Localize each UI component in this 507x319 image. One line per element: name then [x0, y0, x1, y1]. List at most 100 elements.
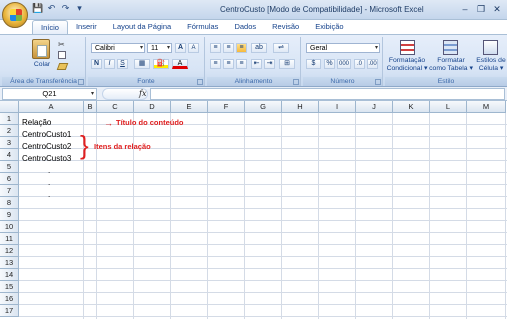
align-left-icon[interactable]: ≡ — [210, 59, 221, 69]
shrink-font-button[interactable]: A — [188, 43, 199, 53]
cell-A4[interactable]: CentroCusto3 — [19, 153, 71, 165]
font-name-select[interactable]: Calibri ▾ — [91, 43, 145, 53]
tab-revisao[interactable]: Revisão — [264, 20, 307, 34]
row-header-13[interactable]: 13 — [0, 257, 19, 269]
currency-icon[interactable]: $ — [306, 59, 321, 69]
format-painter-icon[interactable] — [56, 63, 69, 70]
copy-icon[interactable] — [58, 51, 66, 59]
font-color-icon[interactable]: A — [172, 59, 188, 69]
undo-icon[interactable]: ↶ — [46, 3, 57, 14]
column-header-l[interactable]: L — [430, 101, 467, 113]
row-header-11[interactable]: 11 — [0, 233, 19, 245]
redo-icon[interactable]: ↷ — [60, 3, 71, 14]
align-top-icon[interactable]: ≡ — [210, 43, 221, 53]
align-bottom-icon[interactable]: ≡ — [236, 43, 247, 53]
column-header-e[interactable]: E — [171, 101, 208, 113]
row-header-9[interactable]: 9 — [0, 209, 19, 221]
italic-button[interactable]: I — [104, 59, 115, 69]
tab-dados[interactable]: Dados — [226, 20, 264, 34]
increase-indent-icon[interactable]: ⇥ — [264, 59, 275, 69]
bold-button[interactable]: N — [91, 59, 102, 69]
name-box-dropdown-icon[interactable]: ▾ — [91, 90, 94, 97]
insert-function-button[interactable]: fx — [139, 89, 146, 98]
cell-A6[interactable]: . — [45, 177, 50, 189]
align-right-icon[interactable]: ≡ — [236, 59, 247, 69]
tab-formulas[interactable]: Fórmulas — [179, 20, 226, 34]
font-size-select[interactable]: 11 ▾ — [147, 43, 172, 53]
row-header-2[interactable]: 2 — [0, 125, 19, 137]
column-header-k[interactable]: K — [393, 101, 430, 113]
name-box[interactable]: Q21 — [2, 88, 97, 100]
grow-font-button[interactable]: A — [175, 43, 186, 53]
save-icon[interactable]: 💾 — [32, 3, 43, 14]
row-header-12[interactable]: 12 — [0, 245, 19, 257]
align-middle-icon[interactable]: ≡ — [223, 43, 234, 53]
align-center-icon[interactable]: ≡ — [223, 59, 234, 69]
increase-decimal-icon[interactable]: .0 — [354, 59, 365, 69]
column-header-m[interactable]: M — [467, 101, 506, 113]
conditional-formatting-icon[interactable] — [400, 40, 415, 55]
minimize-button[interactable]: – — [458, 2, 472, 15]
column-header-h[interactable]: H — [282, 101, 319, 113]
wrap-text-icon[interactable]: ⇌ — [273, 43, 289, 53]
decrease-decimal-icon[interactable]: .00 — [367, 59, 378, 69]
font-launcher-icon[interactable] — [197, 79, 203, 85]
row-header-5[interactable]: 5 — [0, 161, 19, 173]
merge-center-icon[interactable]: ⊞ — [279, 59, 295, 69]
paste-button[interactable]: Colar — [30, 61, 54, 69]
alignment-launcher-icon[interactable] — [293, 79, 299, 85]
column-header-c[interactable]: C — [97, 101, 134, 113]
cell-styles-icon[interactable] — [483, 40, 498, 55]
paste-icon[interactable] — [32, 39, 50, 59]
format-as-table-line1[interactable]: Formatar — [429, 57, 473, 65]
clipboard-launcher-icon[interactable] — [78, 79, 84, 85]
office-button[interactable] — [2, 2, 28, 28]
conditional-formatting-line1[interactable]: Formatação — [385, 57, 429, 65]
row-header-14[interactable]: 14 — [0, 269, 19, 281]
column-header-b[interactable]: B — [84, 101, 97, 113]
cut-icon[interactable]: ✂ — [58, 40, 66, 49]
cell-A5[interactable]: . — [45, 165, 50, 177]
row-header-10[interactable]: 10 — [0, 221, 19, 233]
underline-button[interactable]: S — [117, 59, 128, 69]
column-header-g[interactable]: G — [245, 101, 282, 113]
conditional-formatting-line2[interactable]: Condicional ▾ — [385, 65, 429, 73]
column-header-f[interactable]: F — [208, 101, 245, 113]
row-header-1[interactable]: 1 — [0, 113, 19, 125]
column-header-j[interactable]: J — [356, 101, 393, 113]
tab-inserir[interactable]: Inserir — [68, 20, 105, 34]
cell-A7[interactable]: . — [45, 189, 50, 201]
percent-button[interactable]: % — [324, 59, 335, 69]
format-as-table-line2[interactable]: como Tabela ▾ — [429, 65, 473, 73]
tab-inicio[interactable]: Início — [32, 20, 68, 34]
number-format-select[interactable]: Geral ▾ — [306, 43, 380, 53]
row-header-7[interactable]: 7 — [0, 185, 19, 197]
orientation-icon[interactable]: ab — [251, 43, 267, 53]
cell-styles-line2[interactable]: Célula ▾ — [475, 65, 507, 73]
row-header-6[interactable]: 6 — [0, 173, 19, 185]
row-header-17[interactable]: 17 — [0, 305, 19, 317]
cell-A2[interactable]: CentroCusto1 — [19, 129, 71, 141]
decrease-indent-icon[interactable]: ⇤ — [251, 59, 262, 69]
select-all-corner[interactable] — [0, 101, 19, 113]
row-header-3[interactable]: 3 — [0, 137, 19, 149]
row-header-8[interactable]: 8 — [0, 197, 19, 209]
thousands-button[interactable]: 000 — [337, 59, 351, 69]
cell-A3[interactable]: CentroCusto2 — [19, 141, 71, 153]
cell-A1[interactable]: Relação — [19, 117, 51, 129]
fill-color-icon[interactable]: ⛽ — [153, 59, 169, 69]
number-launcher-icon[interactable] — [375, 79, 381, 85]
row-header-16[interactable]: 16 — [0, 293, 19, 305]
formula-input[interactable] — [150, 88, 505, 100]
column-header-a[interactable]: A — [19, 101, 84, 113]
close-button[interactable]: ✕ — [490, 2, 504, 15]
format-as-table-icon[interactable] — [443, 40, 458, 55]
tab-exibicao[interactable]: Exibição — [307, 20, 351, 34]
restore-button[interactable]: ❐ — [474, 2, 488, 15]
column-header-d[interactable]: D — [134, 101, 171, 113]
column-header-i[interactable]: I — [319, 101, 356, 113]
tab-layout[interactable]: Layout da Página — [105, 20, 179, 34]
borders-icon[interactable]: ▦ — [134, 59, 150, 69]
cell-styles-line1[interactable]: Estilos de — [475, 57, 507, 65]
customize-qat-icon[interactable]: ▾ — [74, 3, 85, 14]
